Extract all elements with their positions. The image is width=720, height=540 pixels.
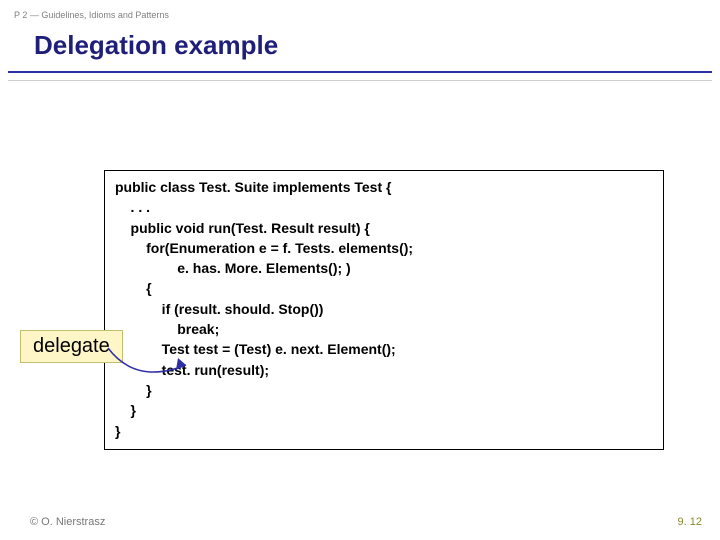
code-line: } xyxy=(115,400,653,420)
code-line: } xyxy=(115,421,653,441)
code-box: public class Test. Suite implements Test… xyxy=(104,170,664,450)
page-title: Delegation example xyxy=(0,20,720,71)
code-line: Test test = (Test) e. next. Element(); xyxy=(115,339,653,359)
code-line: } xyxy=(115,380,653,400)
code-line: if (result. should. Stop()) xyxy=(115,299,653,319)
code-line: public void run(Test. Result result) { xyxy=(115,218,653,238)
breadcrumb: P 2 — Guidelines, Idioms and Patterns xyxy=(0,0,720,20)
code-line: . . . xyxy=(115,197,653,217)
code-line: { xyxy=(115,278,653,298)
page-number: 9. 12 xyxy=(678,516,702,528)
title-rule-shadow xyxy=(8,73,712,81)
code-line: test. run(result); xyxy=(115,360,653,380)
delegate-callout: delegate xyxy=(20,330,123,363)
code-line: break; xyxy=(115,319,653,339)
code-line: e. has. More. Elements(); ) xyxy=(115,258,653,278)
code-line: public class Test. Suite implements Test… xyxy=(115,177,653,197)
footer-copyright: © O. Nierstrasz xyxy=(30,516,105,528)
code-line: for(Enumeration e = f. Tests. elements()… xyxy=(115,238,653,258)
